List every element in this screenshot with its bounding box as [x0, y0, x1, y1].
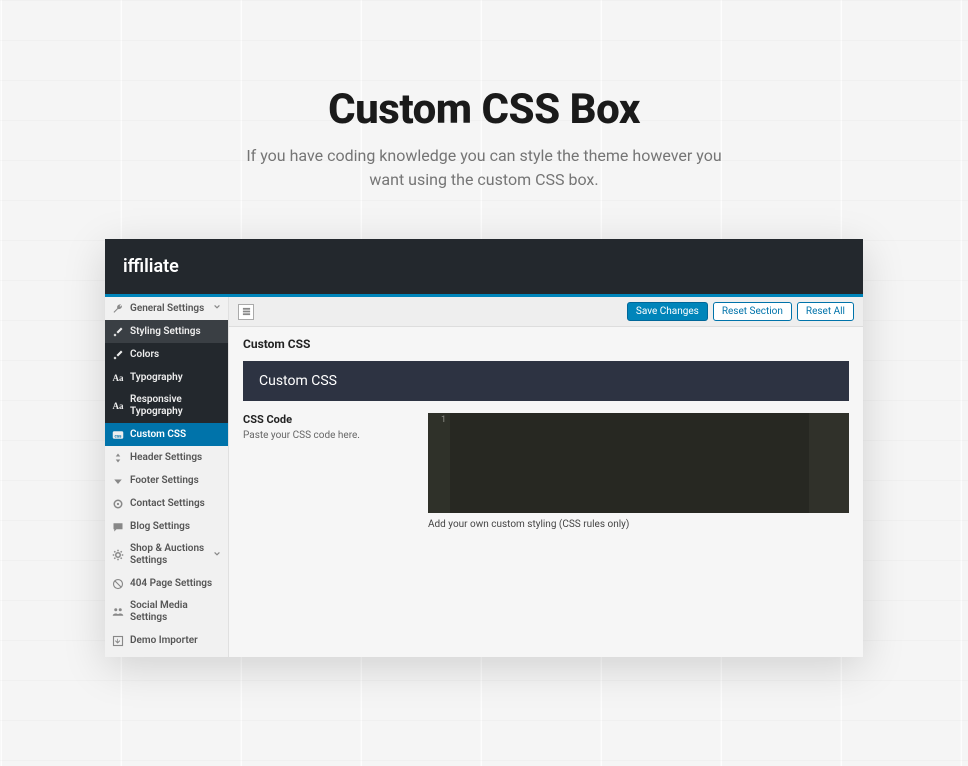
brush-icon — [112, 326, 124, 338]
block-icon — [112, 578, 124, 590]
brand-name: iffiliate — [123, 256, 179, 277]
down-icon — [112, 475, 124, 487]
reset-section-button[interactable]: Reset Section — [713, 302, 792, 321]
editor-code-area[interactable] — [450, 413, 849, 513]
wrench-icon — [112, 303, 124, 315]
toolbar: Save Changes Reset Section Reset All — [229, 297, 863, 327]
sidebar-item-label: Blog Settings — [130, 521, 221, 533]
sidebar-item-label: Colors — [130, 349, 221, 361]
sidebar-item-responsive-typography[interactable]: Aa Responsive Typography — [105, 389, 228, 423]
sidebar-item-footer-settings[interactable]: Footer Settings — [105, 469, 228, 492]
sidebar-item-label: Social Media Settings — [130, 600, 221, 624]
sidebar-item-label: General Settings — [130, 303, 207, 315]
admin-panel: iffiliate General Settings Styling Settin… — [105, 239, 863, 657]
css-editor[interactable]: 1 — [428, 413, 849, 513]
svg-text:css: css — [115, 434, 123, 439]
sidebar-item-demo-importer[interactable]: Demo Importer — [105, 629, 228, 652]
aa-icon: Aa — [112, 400, 124, 412]
sidebar-item-shop-auctions-settings[interactable]: Shop & Auctions Settings — [105, 538, 228, 572]
css-code-label: CSS Code — [243, 413, 408, 426]
css-code-hint: Paste your CSS code here. — [243, 430, 408, 441]
toolbar-actions: Save Changes Reset Section Reset All — [627, 302, 854, 321]
sidebar-item-label: Contact Settings — [130, 498, 221, 510]
chevron-down-icon — [213, 303, 221, 314]
line-number: 1 — [428, 415, 446, 425]
sidebar-item-label: Demo Importer — [130, 635, 221, 647]
hero-title: Custom CSS Box — [0, 85, 968, 134]
section-banner: Custom CSS — [243, 361, 849, 401]
editor-gutter: 1 — [428, 413, 450, 513]
css-icon: css — [112, 429, 124, 441]
css-field-label-group: CSS Code Paste your CSS code here. — [243, 413, 408, 513]
sidebar-item-label: 404 Page Settings — [130, 578, 221, 590]
hero-subtitle: If you have coding knowledge you can sty… — [234, 144, 734, 192]
sidebar-item-blog-settings[interactable]: Blog Settings — [105, 515, 228, 538]
sidebar-item-label: Custom CSS — [130, 429, 221, 441]
chat-icon — [112, 521, 124, 533]
reset-all-button[interactable]: Reset All — [797, 302, 854, 321]
panel-header: iffiliate — [105, 239, 863, 294]
sidebar-item-label: Header Settings — [130, 452, 221, 464]
brush-icon — [112, 349, 124, 361]
sidebar-item-contact-settings[interactable]: Contact Settings — [105, 492, 228, 515]
save-changes-button[interactable]: Save Changes — [627, 302, 708, 321]
people-icon — [112, 606, 124, 618]
sidebar-item-colors[interactable]: Colors — [105, 343, 228, 366]
sidebar-item-404-page-settings[interactable]: 404 Page Settings — [105, 572, 228, 595]
sidebar-item-label: Footer Settings — [130, 475, 221, 487]
import-icon — [112, 635, 124, 647]
sidebar-item-label: Styling Settings — [130, 326, 221, 338]
section-title: Custom CSS — [243, 337, 849, 351]
gear-icon — [112, 549, 124, 561]
content-area: Save Changes Reset Section Reset All Cus… — [229, 297, 863, 657]
sidebar-item-header-settings[interactable]: Header Settings — [105, 446, 228, 469]
sidebar-item-label: Typography — [130, 372, 221, 384]
sidebar-item-custom-css[interactable]: css Custom CSS — [105, 423, 228, 446]
panel-body: General Settings Styling Settings Colors Aa… — [105, 297, 863, 657]
css-help-text: Add your own custom styling (CSS rules o… — [428, 519, 849, 530]
sidebar-item-typography[interactable]: Aa Typography — [105, 366, 228, 389]
expand-all-button[interactable] — [238, 304, 254, 320]
updown-icon — [112, 452, 124, 464]
sidebar-item-social-media-settings[interactable]: Social Media Settings — [105, 595, 228, 629]
sidebar-item-general-settings[interactable]: General Settings — [105, 297, 228, 320]
hero-section: Custom CSS Box If you have coding knowle… — [0, 0, 968, 192]
aa-icon: Aa — [112, 372, 124, 384]
custom-css-section: Custom CSS Custom CSS CSS Code Paste you… — [229, 327, 863, 540]
sidebar-item-label: Responsive Typography — [130, 394, 221, 418]
sidebar: General Settings Styling Settings Colors Aa… — [105, 297, 229, 657]
expand-icon — [242, 307, 251, 316]
css-field-row: CSS Code Paste your CSS code here. 1 — [243, 413, 849, 513]
sidebar-item-styling-settings[interactable]: Styling Settings — [105, 320, 228, 343]
target-icon — [112, 498, 124, 510]
sidebar-item-label: Shop & Auctions Settings — [130, 543, 207, 567]
chevron-down-icon — [213, 550, 221, 561]
